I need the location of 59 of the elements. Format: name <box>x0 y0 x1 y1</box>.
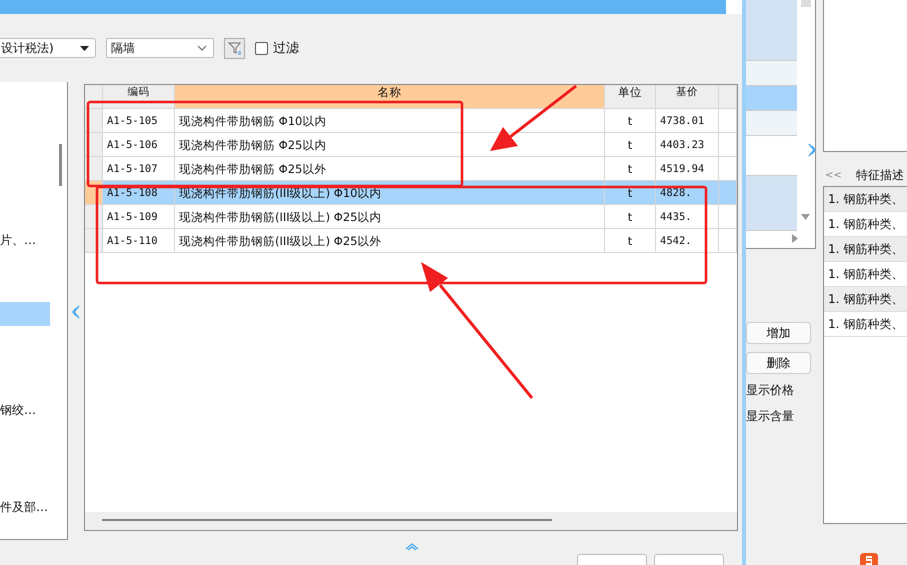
side-button[interactable]: 增加 <box>746 322 811 344</box>
table-cell: 现浇构件带肋钢筋 Φ10以内 <box>175 109 605 134</box>
filter-checkbox[interactable] <box>255 42 268 55</box>
side-button[interactable]: 删除 <box>746 352 811 374</box>
table-cell: 现浇构件带肋钢筋(III级以上) Φ25以内 <box>175 205 605 230</box>
table-cell <box>719 229 737 254</box>
table-cell: t <box>605 229 656 254</box>
chevron-icon <box>197 45 207 52</box>
logo-icon <box>858 553 880 565</box>
table-cell: t <box>605 205 656 230</box>
column-header[interactable] <box>719 85 737 110</box>
table-cell: A1-5-106 <box>103 133 175 158</box>
table-cell: 4403.23 <box>656 133 719 158</box>
table-cell: A1-5-105 <box>103 109 175 134</box>
column-header[interactable]: 名称 <box>175 85 605 110</box>
table-cell: 4542. <box>656 229 719 254</box>
collapse-right-icon[interactable] <box>808 143 816 157</box>
table-cell: 4435. <box>656 205 719 230</box>
table-row[interactable]: A1-5-109 现浇构件带肋钢筋(III级以上) Φ25以内 t 4435. <box>85 205 737 230</box>
tree-item[interactable]: 件及部… <box>0 495 50 520</box>
feature-item[interactable]: 1. 钢筋种类、 <box>824 237 907 262</box>
scrollbar-thumb[interactable] <box>800 0 810 7</box>
scrollbar-thumb[interactable] <box>59 144 62 186</box>
tree-item[interactable] <box>0 302 50 326</box>
table-row[interactable]: A1-5-105 现浇构件带肋钢筋 Φ10以内 t 4738.01 <box>85 109 737 134</box>
feature-title: 特征描述 <box>856 166 904 184</box>
category-dropdown[interactable]: 隔墙 <box>106 38 214 58</box>
table-cell: 4738.01 <box>656 109 719 134</box>
scroll-down-icon[interactable] <box>801 214 810 220</box>
table-cell <box>719 205 737 230</box>
table-cell: A1-5-109 <box>103 205 175 230</box>
caret-icon <box>80 46 89 51</box>
list-row[interactable] <box>746 61 797 86</box>
table-cell: 现浇构件带肋钢筋(III级以上) Φ25以外 <box>175 229 605 254</box>
filter-button[interactable] <box>224 38 245 59</box>
table-cell <box>719 133 737 158</box>
scrollbar-thumb[interactable] <box>102 519 552 522</box>
expand-up-icon[interactable] <box>405 542 419 550</box>
table-cell: t <box>605 133 656 158</box>
feature-item[interactable]: 1. 钢筋种类、 <box>824 187 907 212</box>
filter-label: 过滤 <box>273 40 299 58</box>
column-header[interactable]: 单位 <box>605 85 656 110</box>
feature-item[interactable]: 1. 钢筋种类、 <box>824 287 907 312</box>
feature-item[interactable]: 1. 钢筋种类、 <box>824 312 907 337</box>
quota-set-dropdown[interactable]: 设计税法) <box>0 38 96 58</box>
table-cell <box>719 181 737 206</box>
table-row[interactable]: A1-5-110 现浇构件带肋钢筋(III级以上) Φ25以外 t 4542. <box>85 229 737 254</box>
table-cell: t <box>605 109 656 134</box>
option-link[interactable]: 显示价格 <box>746 380 822 400</box>
list-row[interactable] <box>746 111 797 136</box>
tree-item[interactable]: 片、… <box>0 228 50 252</box>
option-link[interactable]: 显示含量 <box>746 406 822 426</box>
table-cell: A1-5-110 <box>103 229 175 254</box>
column-header[interactable]: 基价 <box>656 85 719 110</box>
collapse-left-icon[interactable] <box>72 305 80 320</box>
tree-item[interactable]: 钢绞… <box>0 398 50 422</box>
table-cell <box>719 109 737 134</box>
table-row[interactable]: A1-5-108 现浇构件带肋钢筋(III级以上) Φ10以内 t 4828. <box>85 181 737 206</box>
funnel-icon <box>228 41 242 56</box>
